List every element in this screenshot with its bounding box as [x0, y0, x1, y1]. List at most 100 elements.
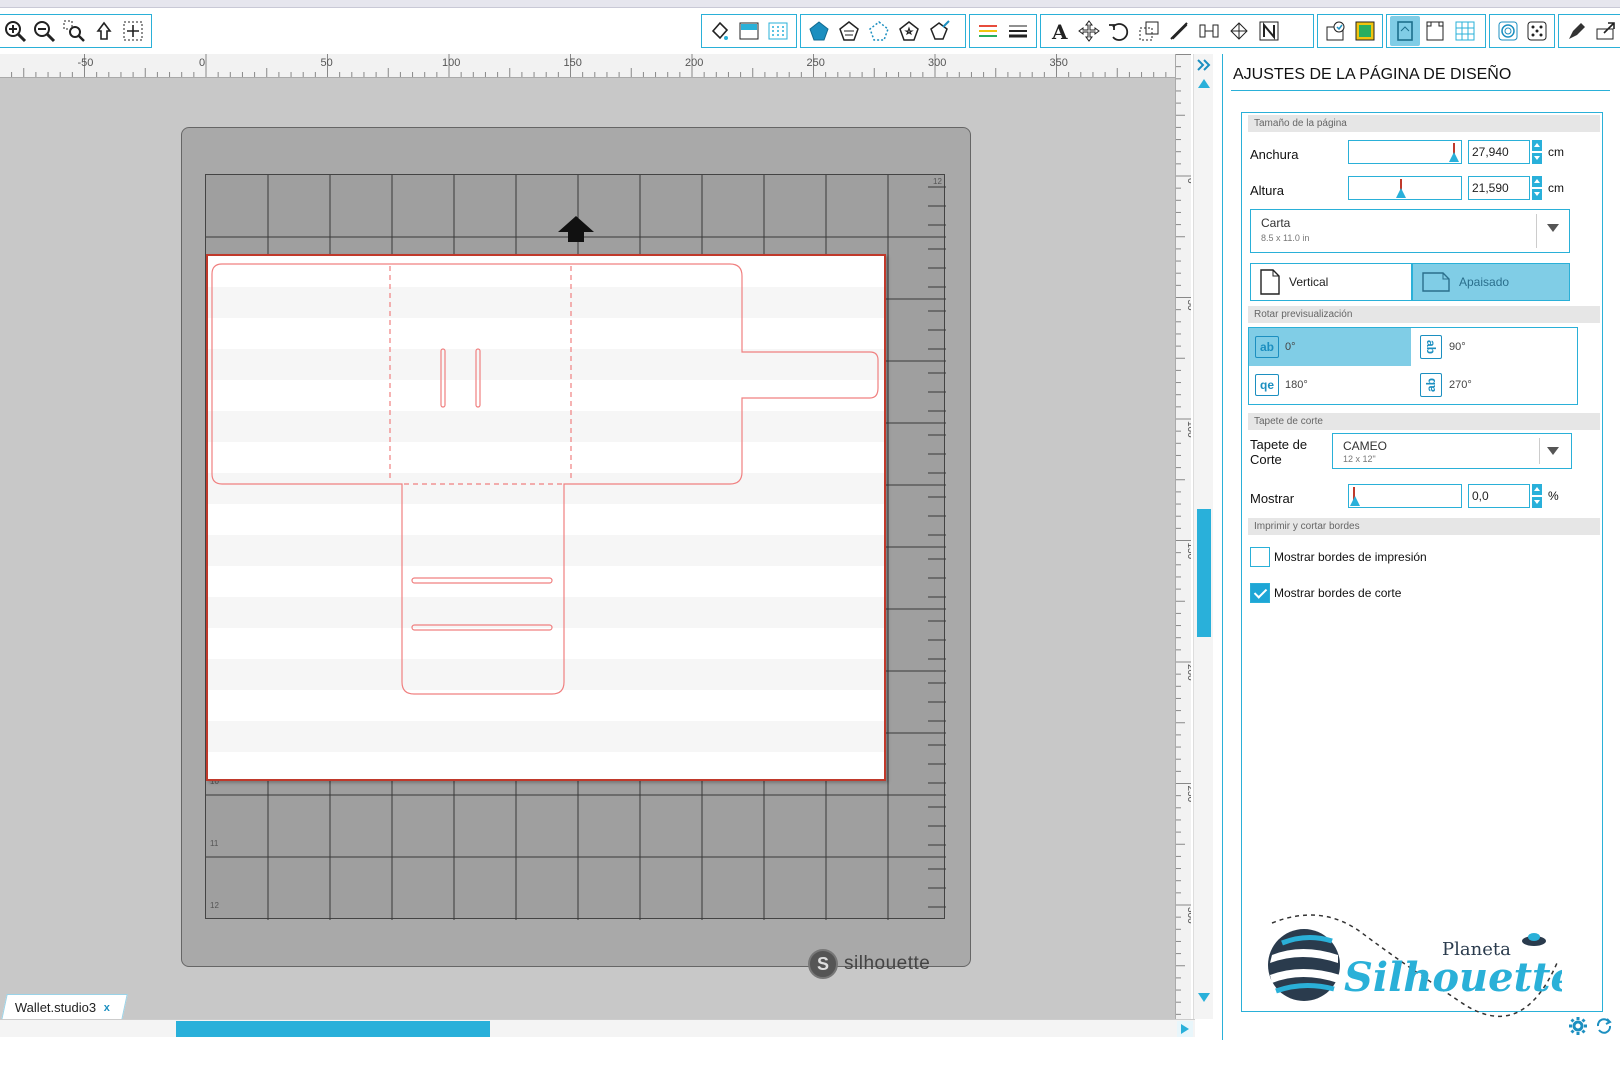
- pattern-icon[interactable]: [764, 16, 793, 46]
- height-slider[interactable]: [1348, 176, 1462, 200]
- horizontal-scrollbar[interactable]: [0, 1019, 1195, 1037]
- line-style-icon[interactable]: [1003, 16, 1033, 46]
- fill-icon[interactable]: [705, 16, 734, 46]
- increment-icon[interactable]: [1532, 484, 1542, 495]
- chevron-down-icon[interactable]: [1547, 447, 1559, 455]
- pentagon-star-icon[interactable]: [894, 16, 924, 46]
- height-input[interactable]: 21,590: [1468, 176, 1530, 200]
- cut-border-icon[interactable]: [1420, 16, 1450, 46]
- document-tab-label: Wallet.studio3: [14, 1000, 97, 1015]
- collapse-panel-icon[interactable]: [1194, 54, 1214, 74]
- fit-page-icon[interactable]: [118, 16, 148, 46]
- orientation-vertical-button[interactable]: Vertical: [1250, 263, 1412, 301]
- line-color-icon[interactable]: [973, 16, 1003, 46]
- panel-title: AJUSTES DE LA PÁGINA DE DISEÑO: [1233, 66, 1512, 83]
- pan-icon[interactable]: [89, 16, 119, 46]
- rotate-270-option[interactable]: ab 270°: [1413, 366, 1575, 404]
- scroll-right-icon[interactable]: [1177, 1021, 1193, 1037]
- svg-text:A: A: [1051, 20, 1068, 43]
- zoom-in-icon[interactable]: [0, 16, 30, 46]
- library-toolbar-group: [1317, 14, 1383, 48]
- text-icon[interactable]: A: [1044, 16, 1074, 46]
- increment-icon[interactable]: [1532, 140, 1542, 151]
- replicate-icon[interactable]: [1224, 16, 1254, 46]
- orientation-landscape-button[interactable]: Apaisado: [1412, 263, 1570, 301]
- cut-borders-checkbox[interactable]: [1250, 583, 1270, 603]
- landscape-page-icon: [1422, 272, 1450, 292]
- height-slider-handle[interactable]: [1396, 188, 1406, 198]
- gradient-icon[interactable]: [734, 16, 763, 46]
- rotate-90-icon: ab: [1420, 335, 1442, 359]
- chevron-down-icon[interactable]: [1547, 224, 1559, 232]
- width-spinner[interactable]: [1532, 140, 1542, 164]
- show-mat-spinner[interactable]: [1532, 484, 1542, 508]
- decrement-icon[interactable]: [1532, 497, 1542, 508]
- pentagon-edit-icon[interactable]: [924, 16, 954, 46]
- show-mat-input[interactable]: 0,0: [1468, 484, 1530, 508]
- width-slider[interactable]: [1348, 140, 1462, 164]
- grid-icon[interactable]: [1450, 16, 1480, 46]
- print-cut-header: Imprimir y cortar bordes: [1248, 518, 1600, 535]
- zoom-select-icon[interactable]: [59, 16, 89, 46]
- page-setup-icon[interactable]: [1390, 16, 1420, 46]
- decrement-icon[interactable]: [1532, 189, 1542, 200]
- cutting-mat-select[interactable]: CAMEO 12 x 12": [1332, 433, 1572, 469]
- ruler-label: 0: [199, 57, 205, 69]
- ruler-label: 100: [442, 57, 460, 69]
- height-spinner[interactable]: [1532, 176, 1542, 200]
- horizontal-scroll-thumb[interactable]: [176, 1021, 490, 1037]
- print-cut-icon[interactable]: [1350, 16, 1379, 46]
- scroll-down-icon[interactable]: [1194, 991, 1214, 1005]
- width-input[interactable]: 27,940: [1468, 140, 1530, 164]
- scale-icon[interactable]: [1134, 16, 1164, 46]
- registration-icon[interactable]: [1493, 16, 1522, 46]
- zoom-out-icon[interactable]: [30, 16, 60, 46]
- scroll-up-icon[interactable]: [1194, 76, 1214, 90]
- send-icon[interactable]: [1591, 16, 1620, 46]
- page-size-select[interactable]: Carta 8.5 x 11.0 in: [1250, 209, 1570, 253]
- ruler-label: 300: [928, 57, 946, 69]
- ruler-label: 50: [1185, 300, 1191, 312]
- design-page[interactable]: [206, 254, 886, 781]
- design-canvas[interactable]: 12 9 10 11 12: [0, 78, 1175, 1019]
- shear-icon[interactable]: [1164, 16, 1194, 46]
- increment-icon[interactable]: [1532, 176, 1542, 187]
- sync-icon[interactable]: [1594, 1016, 1614, 1036]
- select-divider: [1539, 438, 1540, 464]
- print-borders-checkbox[interactable]: [1250, 547, 1270, 567]
- sketch-icon[interactable]: [1562, 16, 1591, 46]
- ruler-label: -50: [78, 57, 94, 69]
- feed-direction-arrow-icon: [558, 216, 594, 242]
- rotate-icon[interactable]: [1104, 16, 1134, 46]
- planeta-silhouette-logo: Planeta Silhouette: [1268, 914, 1562, 1018]
- mat-brand-text: silhouette: [844, 953, 931, 974]
- portrait-page-icon: [1260, 269, 1280, 295]
- page-size-dimensions: 8.5 x 11.0 in: [1261, 233, 1310, 243]
- silhouette-s-logo-icon: S: [808, 949, 838, 979]
- show-mat-slider[interactable]: [1348, 484, 1462, 508]
- pentagon-fill-icon[interactable]: [804, 16, 834, 46]
- document-tab[interactable]: Wallet.studio3 x: [1, 994, 129, 1020]
- nest-icon[interactable]: [1254, 16, 1284, 46]
- wallet-template-shape[interactable]: [208, 256, 884, 779]
- silhouette-mat-logo: S silhouette: [808, 949, 930, 979]
- align-icon[interactable]: [1194, 16, 1224, 46]
- show-mat-slider-handle[interactable]: [1350, 496, 1360, 506]
- close-tab-icon[interactable]: x: [104, 1002, 110, 1014]
- vertical-scroll-thumb[interactable]: [1197, 509, 1211, 637]
- width-slider-handle[interactable]: [1449, 152, 1459, 162]
- decrement-icon[interactable]: [1532, 153, 1542, 164]
- rotate-180-option[interactable]: qe 180°: [1249, 366, 1411, 404]
- trace-icon[interactable]: [1522, 16, 1551, 46]
- pentagon-outline-icon[interactable]: [834, 16, 864, 46]
- rotate-90-option[interactable]: ab 90°: [1413, 328, 1575, 366]
- gear-icon[interactable]: [1568, 1016, 1588, 1036]
- height-label: Altura: [1250, 183, 1284, 198]
- rotate-180-label: 180°: [1285, 379, 1308, 391]
- library-icon[interactable]: [1321, 16, 1350, 46]
- pentagon-dashed-icon[interactable]: [864, 16, 894, 46]
- ruler-label: 200: [1185, 664, 1191, 681]
- rotate-0-option[interactable]: ab 0°: [1249, 328, 1411, 366]
- move-icon[interactable]: [1074, 16, 1104, 46]
- vertical-scrollbar[interactable]: [1193, 54, 1213, 1019]
